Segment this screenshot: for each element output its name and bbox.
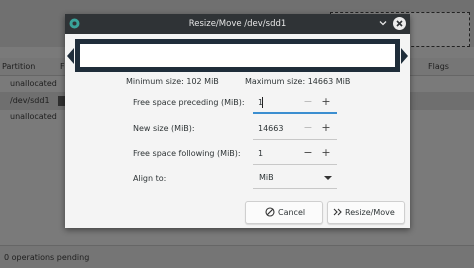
resize-move-button-label: Resize/Move (345, 208, 395, 217)
align-to-label: Align to: (133, 174, 167, 183)
decrement-button[interactable]: − (301, 146, 315, 160)
column-flags[interactable]: Flags (428, 62, 449, 71)
partition-used-area[interactable] (80, 44, 395, 67)
column-filesystem[interactable]: F (60, 62, 65, 71)
align-to-dropdown[interactable]: MiB (253, 167, 337, 189)
partition-name: unallocated (10, 79, 57, 88)
chevron-down-icon[interactable] (377, 17, 389, 29)
free-space-following-label: Free space following (MiB): (133, 149, 241, 158)
free-space-preceding-spinbox[interactable]: 1 − + (253, 92, 337, 114)
resize-move-icon (333, 208, 342, 216)
partition-name: /dev/sdd1 (10, 96, 50, 105)
maximum-size-label: Maximum size: 14663 MiB (245, 77, 351, 86)
resize-left-handle[interactable] (67, 48, 74, 64)
new-size-label: New size (MiB): (133, 124, 195, 133)
dropdown-underline (253, 188, 337, 189)
status-text: 0 operations pending (4, 253, 90, 262)
resize-move-dialog: Resize/Move /dev/sdd1 Minimum size: 102 … (65, 14, 410, 228)
column-partition[interactable]: Partition (2, 62, 35, 71)
free-space-preceding-label: Free space preceding (MiB): (133, 98, 245, 107)
cancel-button[interactable]: Cancel (245, 201, 323, 224)
partition-resize-bar[interactable] (67, 36, 408, 76)
cancel-button-label: Cancel (278, 208, 306, 217)
minimum-size-label: Minimum size: 102 MiB (126, 77, 219, 86)
partition-name: unallocated (10, 112, 57, 121)
free-space-following-value[interactable]: 1 (258, 149, 263, 158)
dialog-titlebar[interactable]: Resize/Move /dev/sdd1 (65, 14, 410, 34)
decrement-button[interactable]: − (301, 121, 315, 135)
increment-button[interactable]: + (319, 95, 333, 109)
decrement-button[interactable]: − (301, 95, 315, 109)
spinbox-underline (253, 112, 337, 114)
spinbox-underline (253, 164, 337, 165)
increment-button[interactable]: + (319, 121, 333, 135)
status-bar: 0 operations pending (0, 245, 474, 268)
new-size-spinbox[interactable]: 14663 − + (253, 118, 337, 140)
increment-button[interactable]: + (319, 146, 333, 160)
cancel-icon (265, 207, 275, 217)
align-to-value: MiB (259, 173, 274, 182)
new-size-value[interactable]: 14663 (258, 124, 283, 133)
spinbox-underline (253, 139, 337, 140)
close-icon[interactable] (393, 17, 406, 30)
text-cursor (262, 97, 263, 108)
resize-move-button[interactable]: Resize/Move (327, 201, 405, 224)
resize-right-handle[interactable] (401, 48, 408, 64)
dropdown-arrow-icon (324, 176, 332, 180)
free-space-following-spinbox[interactable]: 1 − + (253, 143, 337, 165)
dialog-title: Resize/Move /dev/sdd1 (188, 19, 287, 29)
